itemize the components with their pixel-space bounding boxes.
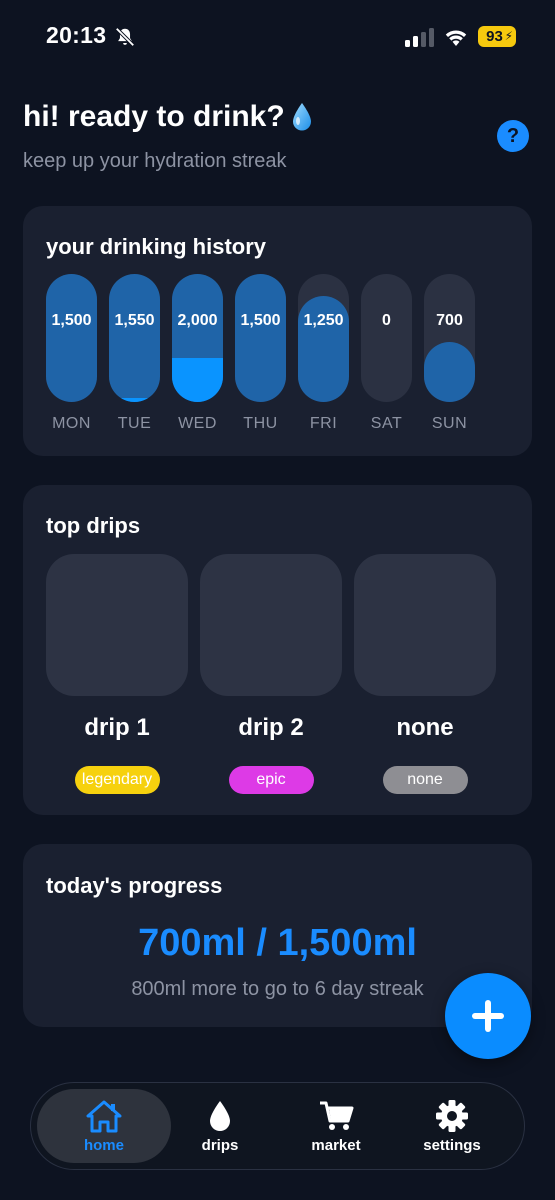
battery-level: 93 <box>486 28 503 45</box>
day-label: FRI <box>309 415 338 432</box>
tab-settings[interactable]: settings <box>385 1089 519 1163</box>
signal-icon <box>405 28 434 47</box>
day-pill: 1,500 <box>46 274 97 402</box>
day-value: 1,500 <box>51 312 92 329</box>
history-title: your drinking history <box>46 234 267 259</box>
day-pill: 0 <box>361 274 412 402</box>
drips-row: drip 1 legendary drip 2 epic none none <box>46 554 496 794</box>
help-icon: ? <box>506 124 520 147</box>
greeting-text: hi! ready to drink? <box>23 100 285 133</box>
tab-home[interactable]: home <box>37 1089 171 1163</box>
day-bar[interactable]: 1,500 MON <box>46 274 97 433</box>
day-bar[interactable]: 1,550 TUE <box>109 274 160 433</box>
tab-label: market <box>311 1136 361 1154</box>
day-label: SUN <box>431 415 468 432</box>
day-value: 1,500 <box>240 312 281 329</box>
day-label: MON <box>52 415 91 432</box>
day-pill: 2,000 <box>172 274 223 402</box>
day-pill: 1,250 <box>298 274 349 402</box>
water-drop-icon <box>292 103 311 131</box>
day-fill <box>109 274 160 402</box>
day-fill <box>424 341 475 402</box>
status-time: 20:13 <box>46 22 107 48</box>
progress-title: today's progress <box>46 873 223 898</box>
battery-icon: 93 ⚡ <box>478 26 516 47</box>
day-extra-fill <box>172 358 223 402</box>
drip-thumbnail <box>200 554 342 696</box>
help-button[interactable]: ? <box>497 120 529 152</box>
day-pill: 1,500 <box>235 274 286 402</box>
drip-item[interactable]: drip 2 epic <box>200 554 342 794</box>
drip-name: none <box>396 714 454 741</box>
wifi-icon <box>445 30 467 46</box>
bell-slash-icon <box>115 27 135 47</box>
history-bars: 1,500 MON 1,550 TUE 2,000 WED 1,500 THU … <box>46 274 475 433</box>
status-bar: 20:13 93 ⚡ <box>0 0 555 72</box>
day-label: WED <box>178 415 217 432</box>
cart-icon <box>320 1101 354 1130</box>
progress-amount: 700ml / 1,500ml <box>138 922 417 964</box>
drip-thumbnail <box>354 554 496 696</box>
day-pill: 700 <box>424 274 475 402</box>
day-fill <box>235 274 286 402</box>
tab-label: drips <box>201 1136 239 1154</box>
gear-icon <box>436 1099 468 1132</box>
drip-item[interactable]: drip 1 legendary <box>46 554 188 794</box>
page-title: hi! ready to drink? <box>23 100 313 134</box>
drip-name: drip 1 <box>84 714 150 741</box>
day-bar[interactable]: 700 SUN <box>424 274 475 433</box>
day-value: 2,000 <box>177 312 218 329</box>
rarity-badge: legendary <box>74 766 160 794</box>
rarity-badge: none <box>382 766 468 794</box>
home-icon <box>86 1100 122 1132</box>
day-bar[interactable]: 0 SAT <box>361 274 412 433</box>
plus-icon <box>472 1000 504 1032</box>
top-drips-title: top drips <box>46 513 141 538</box>
drip-thumbnail <box>46 554 188 696</box>
day-fill <box>46 274 97 402</box>
page-subtitle: keep up your hydration streak <box>23 150 287 172</box>
tab-label: settings <box>423 1136 481 1154</box>
day-bar[interactable]: 1,500 THU <box>235 274 286 433</box>
tab-market[interactable]: market <box>269 1089 403 1163</box>
day-pill: 1,550 <box>109 274 160 402</box>
tab-drips[interactable]: drips <box>153 1089 287 1163</box>
day-bar[interactable]: 1,250 FRI <box>298 274 349 433</box>
day-label: THU <box>243 415 278 432</box>
day-value: 700 <box>436 312 463 329</box>
drop-icon <box>210 1100 230 1131</box>
charging-bolt-icon: ⚡ <box>504 29 513 43</box>
bottom-tab-bar: home drips market settings <box>30 1082 525 1170</box>
day-extra-fill <box>109 398 160 402</box>
day-value: 1,250 <box>303 312 344 329</box>
day-label: SAT <box>370 415 403 432</box>
day-label: TUE <box>117 415 152 432</box>
day-value: 0 <box>382 312 391 329</box>
day-value: 1,550 <box>114 312 155 329</box>
add-drink-button[interactable] <box>445 973 531 1059</box>
drip-item[interactable]: none none <box>354 554 496 794</box>
day-bar[interactable]: 2,000 WED <box>172 274 223 433</box>
top-drips-card: top drips drip 1 legendary drip 2 epic n… <box>23 485 532 815</box>
rarity-badge: epic <box>228 766 314 794</box>
drinking-history-card: your drinking history 1,500 MON 1,550 TU… <box>23 206 532 456</box>
tab-label: home <box>83 1136 124 1154</box>
drip-name: drip 2 <box>238 714 304 741</box>
